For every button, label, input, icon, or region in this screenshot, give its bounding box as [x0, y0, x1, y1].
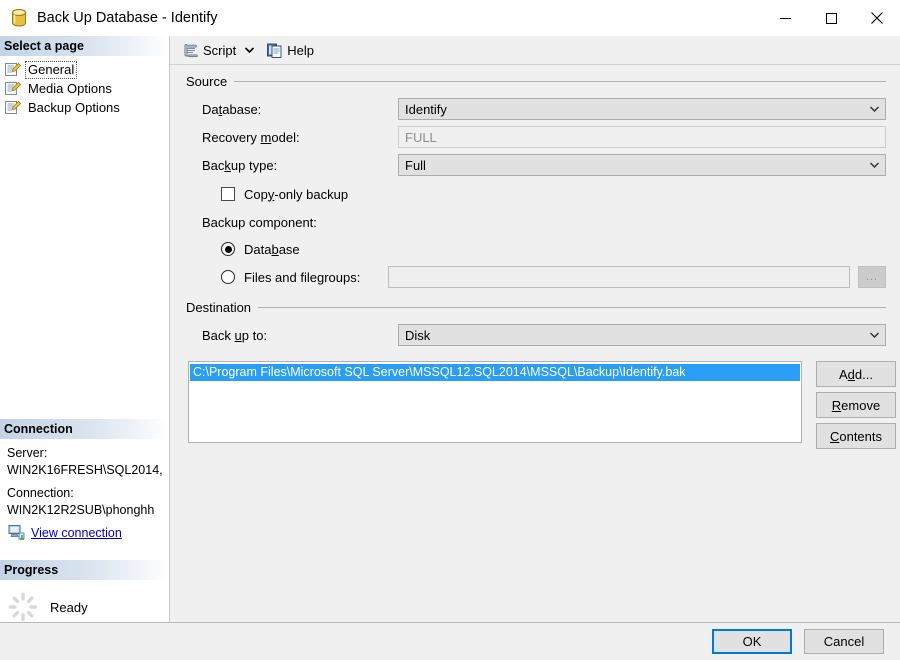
backup-to-value: Disk [405, 328, 863, 343]
add-button[interactable]: Add... [816, 361, 896, 387]
help-button[interactable]: Help [263, 39, 317, 61]
view-connection-row[interactable]: View connection [8, 525, 163, 540]
copy-only-backup-checkbox[interactable] [221, 187, 235, 201]
database-label: Database: [202, 102, 398, 117]
sidebar: Select a page General [0, 36, 170, 622]
close-button[interactable] [854, 0, 900, 36]
title-bar: Back Up Database - Identify [0, 0, 900, 36]
view-connection-link[interactable]: View connection [31, 526, 122, 540]
backup-type-label: Backup type: [202, 158, 398, 173]
main-panel: Script Help [170, 36, 900, 622]
group-divider [234, 81, 886, 82]
window-controls [762, 0, 900, 36]
chevron-down-icon [863, 332, 885, 338]
backup-to-label: Back up to: [202, 328, 398, 343]
chevron-down-icon [863, 106, 885, 112]
recovery-model-row: Recovery model: FULL [202, 123, 886, 151]
script-button[interactable]: Script [179, 39, 239, 61]
connection-computer-icon [8, 525, 25, 540]
recovery-model-field: FULL [398, 126, 886, 148]
destination-group-header: Destination [186, 299, 886, 315]
page-document-icon [5, 100, 21, 115]
minimize-button[interactable] [762, 0, 808, 36]
destination-group-title: Destination [186, 300, 258, 315]
copy-only-backup-row[interactable]: Copy-only backup [202, 179, 886, 209]
backup-type-combobox[interactable]: Full [398, 154, 886, 176]
dialog-footer: OK Cancel [0, 622, 900, 660]
select-a-page-header: Select a page [0, 36, 169, 56]
destination-area: C:\Program Files\Microsoft SQL Server\MS… [186, 361, 886, 449]
backup-component-label: Backup component: [202, 209, 886, 235]
chevron-down-icon [863, 162, 885, 168]
sidebar-item-label: Media Options [26, 81, 114, 97]
source-group: Source Database: Identify [186, 73, 886, 291]
remove-button[interactable]: Remove [816, 392, 896, 418]
source-group-title: Source [186, 74, 234, 89]
component-files-label: Files and filegroups: [244, 270, 386, 285]
group-divider [258, 307, 886, 308]
page-list: General Media Options [0, 56, 169, 117]
progress-info: Ready [0, 580, 169, 622]
server-label: Server: [7, 445, 163, 462]
progress-spinner-icon [8, 592, 38, 622]
server-value: WIN2K16FRESH\SQL2014, [7, 462, 163, 479]
toolbar: Script Help [170, 36, 900, 65]
sidebar-item-media-options[interactable]: Media Options [0, 79, 169, 98]
backup-to-combobox[interactable]: Disk [398, 324, 886, 346]
maximize-button[interactable] [808, 0, 854, 36]
component-files-row[interactable]: Files and filegroups: ... [202, 263, 886, 291]
recovery-model-label: Recovery model: [202, 130, 398, 145]
ok-button[interactable]: OK [712, 629, 792, 654]
connection-value: WIN2K12R2SUB\phonghh [7, 502, 163, 519]
backup-type-row: Backup type: Full [202, 151, 886, 179]
filegroups-input[interactable] [388, 266, 850, 288]
component-files-radio[interactable] [221, 270, 235, 284]
component-database-row[interactable]: Database [202, 235, 886, 263]
component-database-radio[interactable] [221, 242, 235, 256]
connection-label: Connection: [7, 485, 163, 502]
database-combobox[interactable]: Identify [398, 98, 886, 120]
page-document-icon [5, 81, 21, 96]
connection-info: Server: WIN2K16FRESH\SQL2014, Connection… [0, 439, 169, 542]
backup-destination-list[interactable]: C:\Program Files\Microsoft SQL Server\MS… [188, 361, 802, 443]
sidebar-item-backup-options[interactable]: Backup Options [0, 98, 169, 117]
help-pages-icon [266, 42, 283, 59]
destination-buttons: Add... Remove Contents [816, 361, 896, 449]
script-scroll-icon [182, 42, 199, 59]
recovery-model-value: FULL [405, 130, 437, 145]
source-group-header: Source [186, 73, 886, 89]
destination-group: Destination Back up to: Disk [186, 299, 886, 449]
component-database-label: Database [244, 242, 300, 257]
script-dropdown-chevron-icon[interactable] [241, 39, 257, 61]
dialog-body: Select a page General [0, 36, 900, 622]
connection-header: Connection [0, 419, 169, 439]
sidebar-item-label: Backup Options [26, 100, 122, 116]
general-page-content: Source Database: Identify [170, 65, 900, 622]
window-title: Back Up Database - Identify [37, 10, 218, 26]
progress-header: Progress [0, 560, 169, 580]
backup-type-value: Full [405, 158, 863, 173]
page-document-icon [5, 62, 21, 77]
backup-database-dialog: Back Up Database - Identify Select a pag… [0, 0, 900, 660]
cancel-button[interactable]: Cancel [804, 629, 884, 654]
backup-to-row: Back up to: Disk [202, 321, 886, 349]
help-label: Help [287, 43, 314, 58]
list-item[interactable]: C:\Program Files\Microsoft SQL Server\MS… [190, 364, 800, 381]
progress-status-text: Ready [50, 600, 88, 615]
sidebar-spacer [0, 117, 169, 419]
sidebar-item-general[interactable]: General [0, 60, 169, 79]
database-row: Database: Identify [202, 95, 886, 123]
sidebar-item-label: General [26, 62, 76, 78]
contents-button[interactable]: Contents [816, 423, 896, 449]
script-label: Script [203, 43, 236, 58]
database-cylinder-icon [10, 8, 28, 28]
database-value: Identify [405, 102, 863, 117]
filegroups-browse-button[interactable]: ... [858, 266, 886, 288]
copy-only-backup-label: Copy-only backup [244, 187, 348, 202]
